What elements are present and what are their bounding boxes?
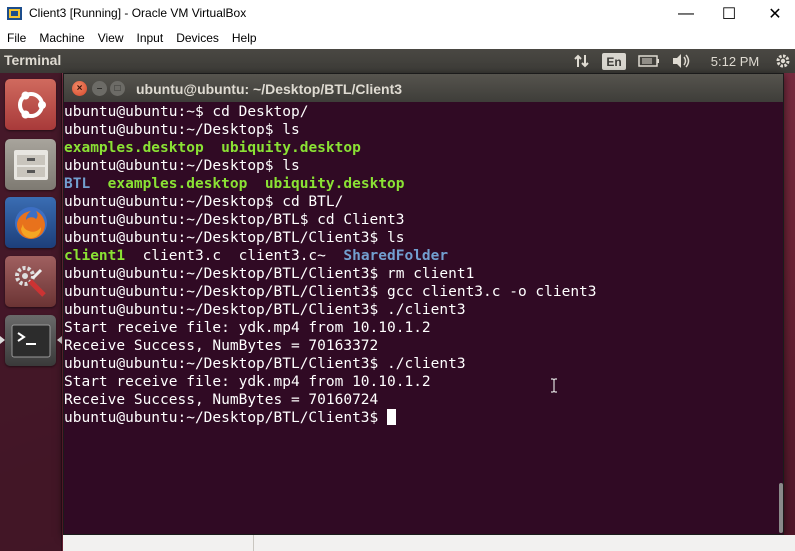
terminal-maximize-button[interactable]: □ — [110, 81, 125, 96]
terminal-text: Receive Success, NumBytes = 70163372 — [64, 338, 379, 354]
terminal-text: ubuntu@ubuntu:~/Desktop/BTL/Client3$ gcc… — [64, 284, 597, 300]
system-settings-icon[interactable] — [5, 256, 56, 307]
menu-input[interactable]: Input — [130, 31, 170, 45]
panel-app-name: Terminal — [4, 52, 62, 68]
terminal-line: client1 client3.c client3.c~ SharedFolde… — [64, 247, 773, 265]
menu-devices[interactable]: Devices — [169, 31, 225, 45]
maximize-button[interactable]: ☐ — [706, 0, 752, 27]
terminal-line: Start receive file: ydk.mp4 from 10.10.1… — [64, 373, 773, 391]
terminal-output[interactable]: ubuntu@ubuntu:~$ cd Desktop/ubuntu@ubunt… — [64, 103, 773, 535]
terminal-text: Start receive file: ydk.mp4 from 10.10.1… — [64, 374, 431, 390]
executable-entry: ubiquity.desktop — [221, 140, 361, 156]
terminal-line: ubuntu@ubuntu:~/Desktop/BTL$ cd Client3 — [64, 211, 773, 229]
terminal-title-bar[interactable]: × – □ ubuntu@ubuntu: ~/Desktop/BTL/Clien… — [64, 74, 783, 102]
minimize-button[interactable]: — — [663, 0, 709, 27]
terminal-line: ubuntu@ubuntu:~/Desktop/BTL/Client3$ ./c… — [64, 355, 773, 373]
terminal-text: ubuntu@ubuntu:~$ cd Desktop/ — [64, 104, 309, 120]
executable-entry: ubiquity.desktop — [264, 176, 405, 192]
executable-entry: examples.desktop — [64, 140, 204, 156]
scrollbar-thumb[interactable] — [779, 483, 783, 533]
terminal-text: ubuntu@ubuntu:~/Desktop$ ls — [64, 158, 300, 174]
unity-launcher — [0, 73, 62, 551]
terminal-line: ubuntu@ubuntu:~/Desktop/BTL/Client3$ ./c… — [64, 301, 773, 319]
terminal-line: examples.desktop ubiquity.desktop — [64, 139, 773, 157]
terminal-line: Receive Success, NumBytes = 70163372 — [64, 337, 773, 355]
terminal-cursor — [387, 409, 397, 425]
terminal-icon[interactable] — [5, 315, 56, 366]
terminal-line: BTL examples.desktop ubiquity.desktop — [64, 175, 773, 193]
terminal-line: ubuntu@ubuntu:~$ cd Desktop/ — [64, 103, 773, 121]
clock[interactable]: 5:12 PM — [706, 51, 764, 71]
terminal-text: ubuntu@ubuntu:~/Desktop/BTL/Client3$ — [64, 410, 388, 426]
mouse-ibeam-icon — [551, 378, 557, 393]
terminal-scrollbar[interactable] — [779, 103, 783, 535]
terminal-line: Start receive file: ydk.mp4 from 10.10.1… — [64, 319, 773, 337]
directory-entry: BTL — [64, 176, 91, 192]
terminal-text: ubuntu@ubuntu:~/Desktop/BTL$ cd Client3 — [64, 212, 405, 228]
terminal-line: ubuntu@ubuntu:~/Desktop$ ls — [64, 157, 773, 175]
directory-entry: SharedFolder — [343, 248, 449, 264]
virtualbox-icon — [7, 7, 22, 20]
volume-icon[interactable] — [670, 51, 692, 71]
terminal-title: ubuntu@ubuntu: ~/Desktop/BTL/Client3 — [136, 81, 403, 97]
terminal-text: ubuntu@ubuntu:~/Desktop/BTL/Client3$ rm … — [64, 266, 475, 282]
battery-icon[interactable] — [636, 51, 662, 71]
host-title-bar[interactable]: Client3 [Running] - Oracle VM VirtualBox… — [0, 0, 795, 27]
terminal-text: ubuntu@ubuntu:~/Desktop$ cd BTL/ — [64, 194, 344, 210]
ubuntu-dash-icon[interactable] — [5, 79, 56, 130]
terminal-line: ubuntu@ubuntu:~/Desktop/BTL/Client3$ gcc… — [64, 283, 773, 301]
files-icon[interactable] — [5, 139, 56, 190]
desktop-bottom-strip — [63, 535, 795, 551]
firefox-icon[interactable] — [5, 197, 56, 248]
host-window-title: Client3 [Running] - Oracle VM VirtualBox — [29, 6, 247, 20]
menu-help[interactable]: Help — [225, 31, 263, 45]
ubuntu-top-panel: Terminal En 5:12 PM — [0, 49, 795, 73]
terminal-text: ubuntu@ubuntu:~/Desktop/BTL/Client3$ ./c… — [64, 302, 466, 318]
terminal-text: ubuntu@ubuntu:~/Desktop$ ls — [64, 122, 300, 138]
terminal-line: ubuntu@ubuntu:~/Desktop$ ls — [64, 121, 773, 139]
close-button[interactable]: ✕ — [752, 0, 795, 27]
terminal-text: client3.c client3.c~ — [125, 248, 344, 264]
terminal-text: Start receive file: ydk.mp4 from 10.10.1… — [64, 320, 431, 336]
terminal-line: ubuntu@ubuntu:~/Desktop/BTL/Client3$ ls — [64, 229, 773, 247]
vbox-menu-bar: File Machine View Input Devices Help — [0, 27, 795, 49]
terminal-text: ubuntu@ubuntu:~/Desktop/BTL/Client3$ ls — [64, 230, 405, 246]
network-arrows-icon[interactable] — [572, 51, 592, 71]
terminal-line: ubuntu@ubuntu:~/Desktop/BTL/Client3$ — [64, 409, 773, 427]
divider — [253, 535, 254, 551]
terminal-line: Receive Success, NumBytes = 70160724 — [64, 391, 773, 409]
terminal-line: ubuntu@ubuntu:~/Desktop/BTL/Client3$ rm … — [64, 265, 773, 283]
executable-entry: client1 — [64, 248, 126, 264]
terminal-minimize-button[interactable]: – — [92, 81, 107, 96]
menu-machine[interactable]: Machine — [32, 31, 90, 45]
terminal-close-button[interactable]: × — [72, 81, 87, 96]
terminal-line: ubuntu@ubuntu:~/Desktop$ cd BTL/ — [64, 193, 773, 211]
keyboard-layout-indicator[interactable]: En — [602, 53, 626, 70]
active-indicator — [57, 336, 62, 344]
terminal-text: Receive Success, NumBytes = 70160724 — [64, 392, 379, 408]
terminal-text: ubuntu@ubuntu:~/Desktop/BTL/Client3$ ./c… — [64, 356, 466, 372]
menu-file[interactable]: File — [0, 31, 32, 45]
menu-view[interactable]: View — [91, 31, 130, 45]
running-indicator — [0, 336, 5, 344]
terminal-window[interactable]: × – □ ubuntu@ubuntu: ~/Desktop/BTL/Clien… — [63, 73, 784, 535]
executable-entry: examples.desktop — [107, 176, 248, 192]
gear-icon[interactable] — [773, 51, 793, 71]
